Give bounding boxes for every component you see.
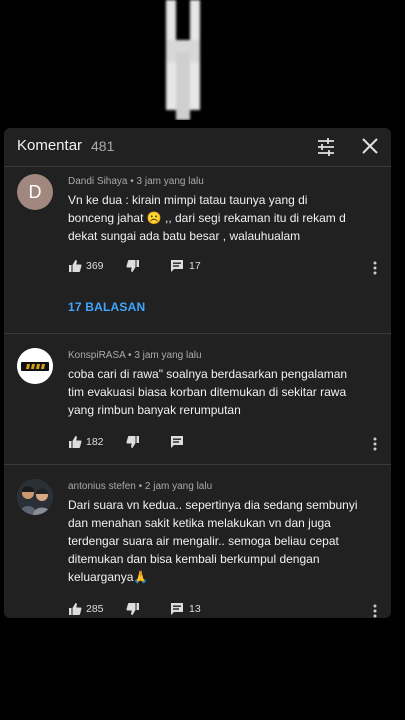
- comment-text: coba cari di rawa" soalnya berdasarkan p…: [68, 365, 380, 419]
- like-icon[interactable]: [68, 259, 82, 273]
- comment-item: antonius stefen • 2 jam yang lalu Dari s…: [4, 465, 391, 618]
- more-vert-icon[interactable]: [373, 261, 377, 275]
- avatar[interactable]: D: [17, 174, 53, 210]
- reply-icon[interactable]: [170, 259, 184, 273]
- like-count: 369: [86, 260, 104, 272]
- background-shape: [166, 0, 200, 120]
- like-count: 182: [86, 436, 104, 448]
- avatar[interactable]: [17, 348, 53, 384]
- close-icon[interactable]: [361, 137, 379, 155]
- comment-line: keluarganya🙏: [68, 570, 149, 584]
- comment-line: Dari suara vn kedua.. sepertinya dia sed…: [68, 498, 358, 512]
- reply-icon[interactable]: [170, 435, 184, 449]
- comment-line: dan menahan sakit ketika melakukan vn da…: [68, 516, 331, 530]
- avatar-letter: D: [28, 181, 42, 202]
- channel-logo: [17, 348, 53, 384]
- comments-panel: Komentar 481 D Dandi Sihaya • 3 jam yang…: [4, 128, 391, 618]
- comments-header: Komentar 481: [4, 128, 391, 167]
- comment-item: D Dandi Sihaya • 3 jam yang lalu Vn ke d…: [4, 166, 391, 332]
- dislike-icon[interactable]: [126, 602, 140, 616]
- avatar[interactable]: [17, 479, 53, 515]
- comment-line: coba cari di rawa" soalnya berdasarkan p…: [68, 367, 348, 381]
- comment-text: Dari suara vn kedua.. sepertinya dia sed…: [68, 496, 380, 586]
- comment-actions: 182: [68, 435, 380, 451]
- comment-line: yang rimbun banyak rerumputan: [68, 403, 241, 417]
- comment-actions: 285 13: [68, 602, 380, 618]
- comment-line: Vn ke dua : kirain mimpi tatau taunya ya…: [68, 193, 308, 207]
- comment-line: dekat sungai ada batu besar , walauhuala…: [68, 229, 301, 243]
- comments-title: Komentar: [17, 137, 83, 154]
- comment-line: ditemukan dan bisa kembali berkumpul den…: [68, 552, 320, 566]
- user-photo: [17, 479, 53, 515]
- comment-meta: antonius stefen • 2 jam yang lalu: [68, 481, 213, 492]
- comment-line: tim evakuasi biasa korban ditemukan di s…: [68, 385, 347, 399]
- view-replies-button[interactable]: 17 BALASAN: [68, 300, 145, 314]
- filter-icon[interactable]: [316, 137, 336, 157]
- dislike-icon[interactable]: [126, 435, 140, 449]
- comment-line: terdengar suara air mengalir.. semoga be…: [68, 534, 339, 548]
- reply-count: 13: [189, 603, 201, 615]
- dislike-icon[interactable]: [126, 259, 140, 273]
- comment-text: Vn ke dua : kirain mimpi tatau taunya ya…: [68, 191, 380, 245]
- comment-line: bonceng jahat ☹️ ,, dari segi rekaman it…: [68, 211, 346, 225]
- more-vert-icon[interactable]: [373, 437, 377, 451]
- comment-meta: KonspiRASA • 3 jam yang lalu: [68, 350, 202, 361]
- more-vert-icon[interactable]: [373, 604, 377, 618]
- reply-count: 17: [189, 260, 201, 272]
- comments-count: 481: [91, 138, 115, 154]
- reply-icon[interactable]: [170, 602, 184, 616]
- comment-meta: Dandi Sihaya • 3 jam yang lalu: [68, 176, 204, 187]
- comment-actions: 369 17: [68, 259, 380, 275]
- like-count: 285: [86, 603, 104, 615]
- comment-item: KonspiRASA • 3 jam yang lalu coba cari d…: [4, 334, 391, 463]
- like-icon[interactable]: [68, 602, 82, 616]
- like-icon[interactable]: [68, 435, 82, 449]
